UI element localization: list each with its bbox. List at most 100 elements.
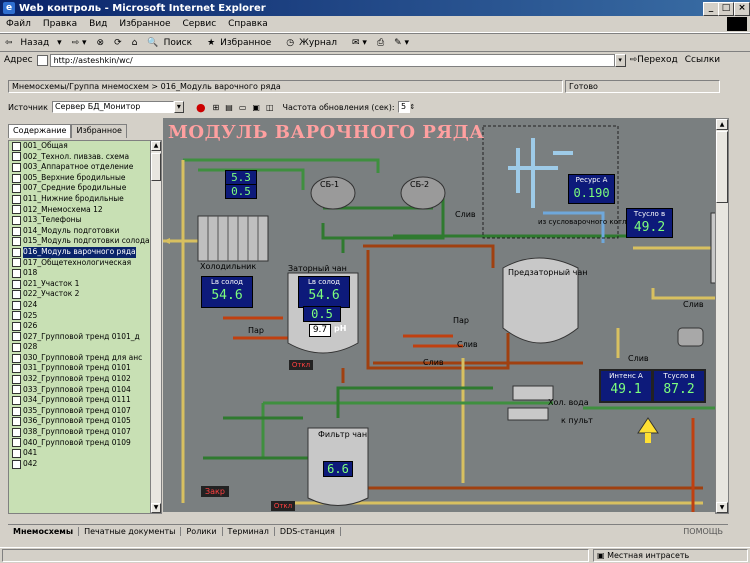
address-input[interactable]: http://asteshkin/wc/: [49, 53, 615, 67]
tree-item[interactable]: 022_Участок 2: [9, 289, 151, 300]
tree-item[interactable]: 002_Технол. пивзав. схема: [9, 152, 151, 163]
document-icon: [12, 268, 21, 278]
tree-item[interactable]: 021_Участок 1: [9, 279, 151, 290]
cooler-label: Холодильник: [200, 262, 257, 271]
save-icon[interactable]: ▣: [252, 103, 260, 112]
tree-item-label: 022_Участок 2: [23, 289, 80, 299]
document-icon: [12, 343, 21, 353]
stop-red-icon[interactable]: ●: [196, 101, 206, 114]
tab-roliki[interactable]: Ролики: [181, 527, 223, 536]
tree-item-label: 041: [23, 448, 38, 458]
history-button[interactable]: ◷ Журнал: [281, 38, 347, 48]
refresh-icon[interactable]: ⟳: [109, 38, 127, 48]
tree-item[interactable]: 007_Средние бродильные: [9, 183, 151, 194]
tree-icon[interactable]: ⊞: [213, 103, 220, 112]
diagram-scroll-thumb[interactable]: [716, 131, 728, 203]
document-icon: [12, 385, 21, 395]
tree-item[interactable]: 038_Групповой тренд 0107: [9, 427, 151, 438]
tab-terminal[interactable]: Терминал: [223, 527, 275, 536]
document-icon: [12, 279, 21, 289]
tree-item[interactable]: 032_Групповой тренд 0102: [9, 374, 151, 385]
hol-voda-label: Хол. вода: [548, 398, 589, 407]
window-icon[interactable]: ◫: [266, 103, 274, 112]
tree-item[interactable]: 026: [9, 321, 151, 332]
zakr-badge[interactable]: Закр: [201, 486, 229, 497]
edit-icon[interactable]: ✎ ▾: [389, 38, 414, 48]
back-button[interactable]: ⇦ Назад ▾: [0, 38, 67, 48]
document-icon: [12, 226, 21, 236]
tree-item[interactable]: 031_Групповой тренд 0101: [9, 363, 151, 374]
tree-item[interactable]: 024: [9, 300, 151, 311]
tree-item[interactable]: 041: [9, 448, 151, 459]
tab-mnemo[interactable]: Мнемосхемы: [8, 527, 80, 536]
document-icon: [12, 406, 21, 416]
help-link[interactable]: ПОМОЩЬ: [678, 527, 728, 536]
tree-item[interactable]: 017_Общетехнологическая: [9, 258, 151, 269]
folder-icon[interactable]: ▭: [239, 103, 247, 112]
tree-item[interactable]: 036_Групповой тренд 0105: [9, 416, 151, 427]
refresh-input[interactable]: 5: [397, 101, 410, 113]
tree-item[interactable]: 018: [9, 268, 151, 279]
print-page-icon[interactable]: ▤: [225, 103, 233, 112]
otkl-badge-2[interactable]: Откл: [271, 501, 295, 511]
otkl-badge-1[interactable]: Откл: [289, 360, 313, 370]
lb-solod2-label: Lв солод: [308, 278, 340, 286]
go-button[interactable]: ⇨Переход: [626, 55, 682, 65]
tree-item[interactable]: 034_Групповой тренд 0111: [9, 395, 151, 406]
tab-favorites[interactable]: Избранное: [71, 124, 127, 138]
tree-item[interactable]: 016_Модуль варочного ряда: [9, 246, 151, 258]
stop-icon[interactable]: ⊗: [92, 38, 110, 48]
tree-item[interactable]: 035_Групповой тренд 0107: [9, 406, 151, 417]
menu-tools[interactable]: Сервис: [177, 19, 223, 29]
tree-item[interactable]: 040_Групповой тренд 0109: [9, 438, 151, 449]
source-select[interactable]: Сервер БД_Монитор: [51, 101, 174, 113]
mail-icon[interactable]: ✉ ▾: [347, 38, 372, 48]
menu-edit[interactable]: Правка: [37, 19, 83, 29]
tab-print-docs[interactable]: Печатные документы: [79, 527, 182, 536]
tree-item[interactable]: 015_Модуль подготовки солода: [9, 236, 151, 247]
scroll-thumb[interactable]: [151, 153, 161, 181]
home-icon[interactable]: ⌂: [127, 38, 143, 48]
tesusl2-label: Тсусло в: [663, 372, 695, 380]
scroll-up[interactable]: ▲: [151, 141, 161, 151]
menu-file[interactable]: Файл: [0, 19, 37, 29]
menu-view[interactable]: Вид: [83, 19, 113, 29]
tree-item[interactable]: 025: [9, 311, 151, 322]
tree-item[interactable]: 042: [9, 459, 151, 470]
search-button[interactable]: 🔍 Поиск: [142, 38, 202, 48]
tree-item[interactable]: 033_Групповой тренд 0104: [9, 385, 151, 396]
refresh-spinner[interactable]: ⇕: [410, 103, 416, 111]
favorites-button[interactable]: ★ Избранное: [202, 38, 281, 48]
tree-item[interactable]: 003_Аппаратное отделение: [9, 162, 151, 173]
menu-favorites[interactable]: Избранное: [113, 19, 176, 29]
close-button[interactable]: ×: [734, 2, 750, 16]
tree-scrollbar[interactable]: ▲ ▼: [150, 140, 162, 514]
links-button[interactable]: Ссылки: [682, 55, 723, 65]
diagram-scroll-up[interactable]: ▲: [716, 119, 728, 130]
minimize-button[interactable]: _: [703, 2, 719, 16]
tree-item[interactable]: 014_Модуль подготовки: [9, 226, 151, 237]
source-dropdown[interactable]: ▾: [173, 101, 184, 113]
tree-item[interactable]: 005_Верхние бродильные: [9, 173, 151, 184]
window-title: Web контроль - Microsoft Internet Explor…: [19, 2, 266, 14]
print-icon[interactable]: ⎙: [372, 38, 389, 48]
forward-button[interactable]: ⇨ ▾: [67, 38, 92, 48]
tree-item[interactable]: 013_Телефоны: [9, 215, 151, 226]
maximize-button[interactable]: □: [718, 2, 734, 16]
tree-item[interactable]: 028: [9, 342, 151, 353]
scroll-down[interactable]: ▼: [151, 503, 161, 513]
tab-dds[interactable]: DDS-станция: [275, 527, 341, 536]
tree-item[interactable]: 012_Мнемосхема 12: [9, 205, 151, 216]
diagram-scrollbar[interactable]: ▲ ▼: [715, 118, 729, 514]
tree-item[interactable]: 001_Общая: [9, 141, 151, 152]
tree-item[interactable]: 011_Нижние бродильные: [9, 194, 151, 205]
status-bar: ▣ Местная интрасеть: [0, 547, 750, 563]
inten-value: 49.1: [610, 382, 642, 397]
diagram-scroll-down[interactable]: ▼: [716, 502, 728, 513]
address-dropdown[interactable]: ▾: [614, 53, 626, 67]
tree-item[interactable]: 030_Групповой тренд для анс: [9, 353, 151, 364]
menu-help[interactable]: Справка: [222, 19, 274, 29]
tab-contents[interactable]: Содержание: [8, 124, 72, 138]
document-icon: [12, 374, 21, 384]
tree-item[interactable]: 027_Групповой тренд 0101_д: [9, 332, 151, 343]
